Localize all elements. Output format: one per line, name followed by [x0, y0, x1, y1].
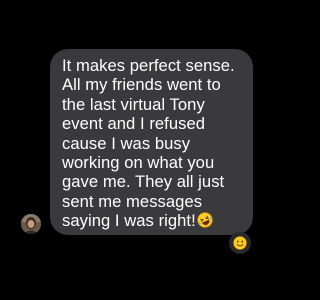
avatar-photo-icon — [21, 214, 41, 234]
message-line: All my friends went to — [62, 75, 221, 95]
message-line: event and I refused — [62, 114, 206, 134]
sender-avatar[interactable] — [21, 214, 41, 234]
reaction-badge[interactable] — [229, 232, 251, 254]
message-line: sent me messages — [62, 191, 203, 211]
smiling-face-emoji-icon — [233, 236, 247, 250]
chat-screen: It makes perfect sense. All my friends w… — [0, 0, 300, 300]
rolling-on-the-floor-laughing-emoji-icon — [197, 212, 213, 228]
message-line-last: saying I was right! — [62, 211, 245, 230]
message-bubble[interactable]: It makes perfect sense. All my friends w… — [50, 49, 253, 235]
message-line: working on what you — [62, 153, 215, 173]
message-line: the last virtual Tony — [62, 94, 205, 114]
message-line: gave me. They all just — [62, 172, 225, 192]
message-line: cause I was busy — [62, 133, 191, 153]
message-line-text: saying I was right! — [62, 211, 196, 231]
message-line: It makes perfect sense. — [62, 56, 235, 75]
